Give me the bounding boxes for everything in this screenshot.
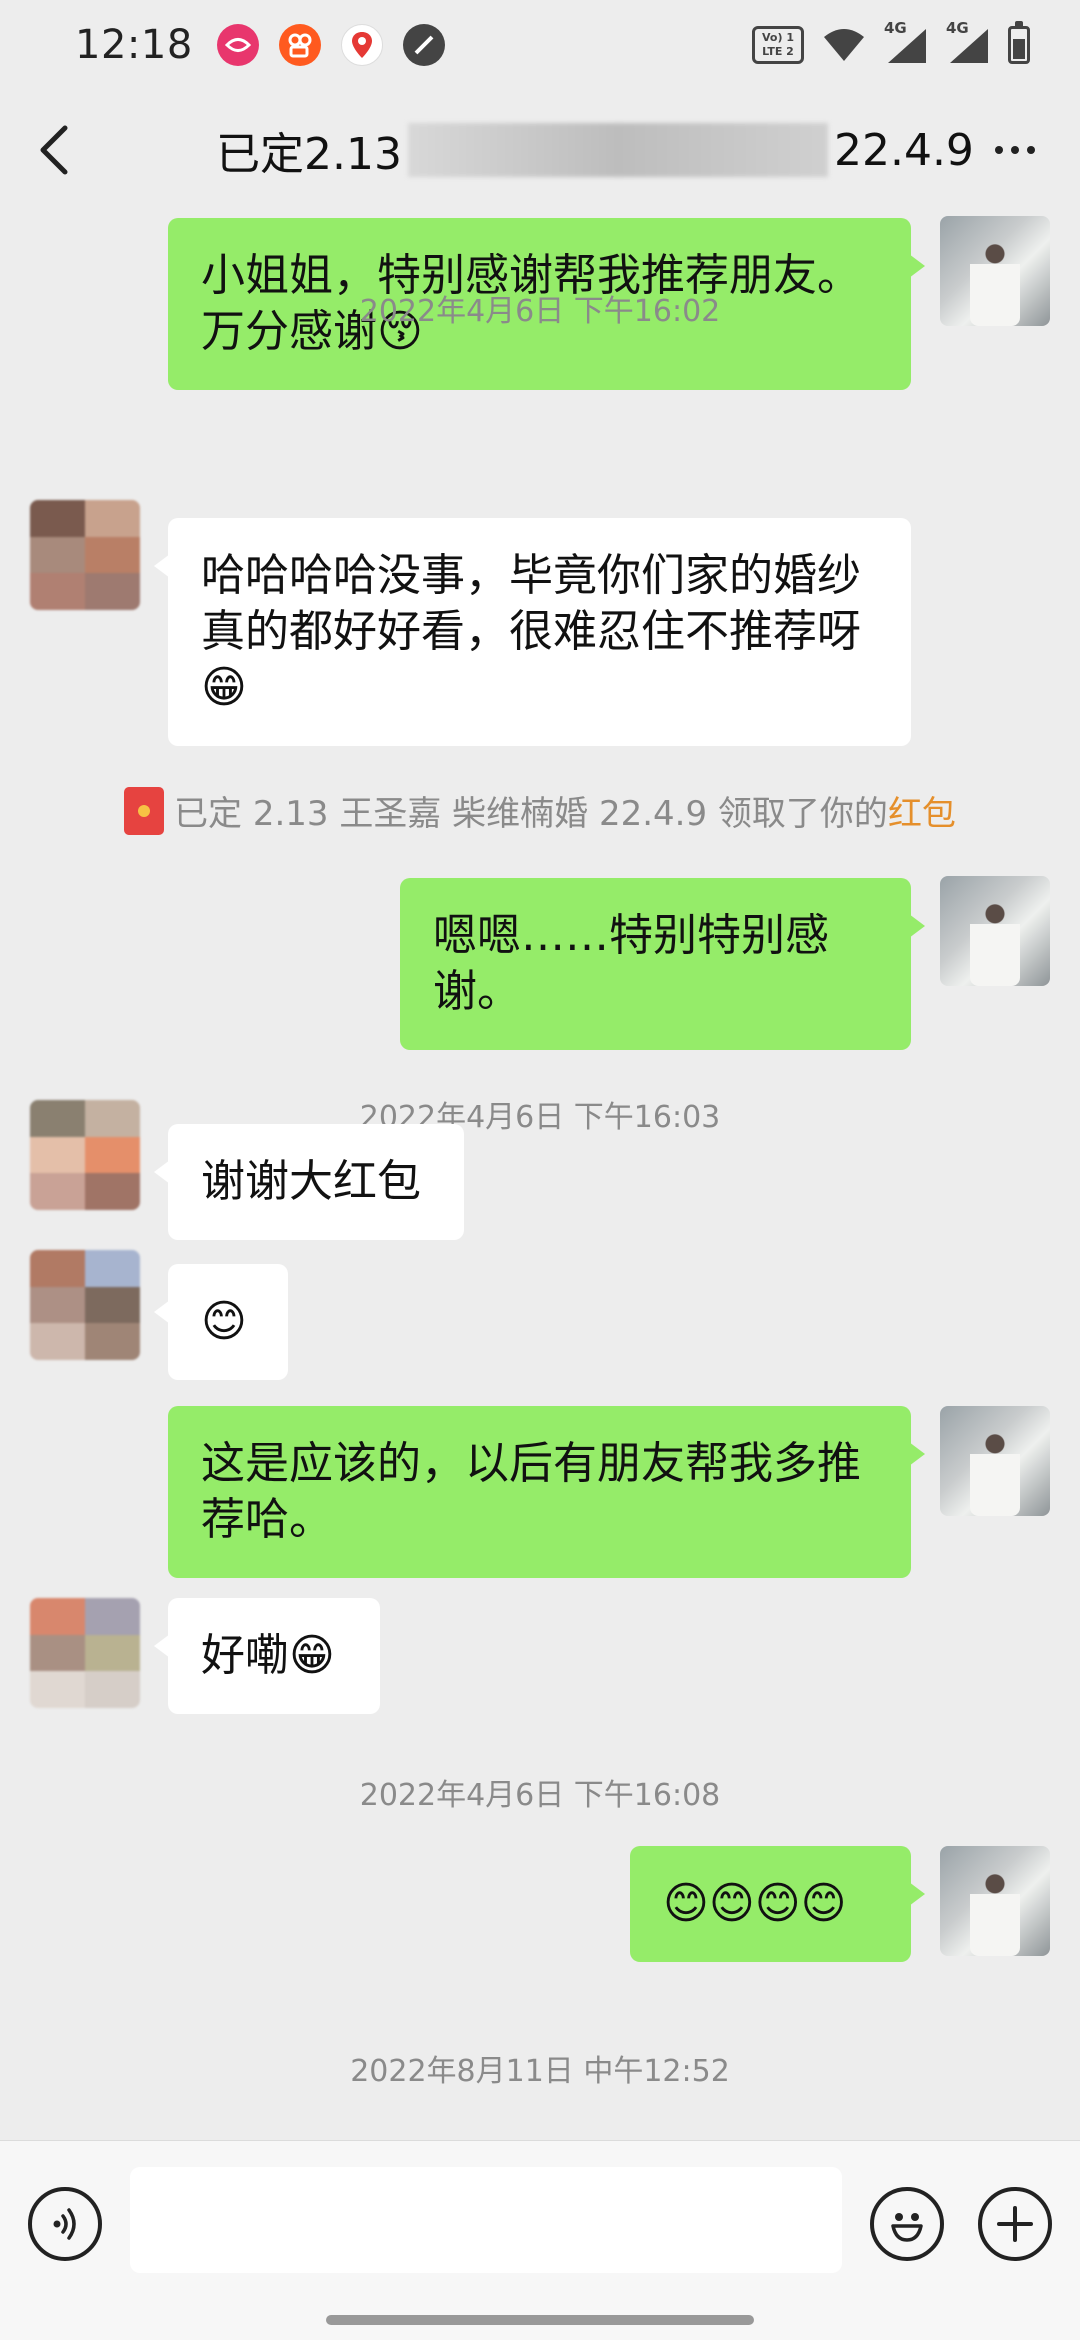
message-bubble-received[interactable]: 好嘞😁 [154,1598,380,1714]
battery-icon [1008,21,1030,64]
message-list[interactable]: 小姐姐，特别感谢帮我推荐朋友。万分感谢😚 2022年4月6日 下午16:02 哈… [0,210,1080,2140]
app-notification-icon [216,24,259,66]
back-button[interactable] [0,90,110,210]
input-bar [0,2140,1080,2340]
timestamp-2: 2022年4月6日 下午16:03 [359,1100,721,1135]
chat-title-end: 22.4.9 [833,124,974,176]
do-not-disturb-icon [402,24,445,66]
my-avatar[interactable] [940,1406,1050,1516]
message-bubble-sent[interactable]: 嗯嗯……特别特别感谢。 [400,878,925,1050]
chat-header: 已定2.13 22.4.9 [0,90,1080,210]
status-bar: 12:18 Vo) 1 LTE 2 4G 4G [0,0,1080,90]
plus-icon [997,2206,1033,2242]
more-options-button[interactable] [980,120,1050,180]
voice-icon [53,2208,76,2240]
system-text: 已定 2.13 王圣嘉 柴维楠婚 22.4.9 领取了你的 [174,794,888,834]
contact-avatar[interactable] [30,1250,140,1360]
red-packet-link[interactable]: 红包 [888,794,956,834]
status-app-icons [216,24,445,66]
voice-button[interactable] [28,2187,102,2261]
more-functions-button[interactable] [978,2187,1052,2261]
status-right-icons: Vo) 1 LTE 2 4G 4G [752,19,1030,65]
more-dots-icon [995,146,1003,154]
emoji-button[interactable] [870,2187,944,2261]
contact-avatar[interactable] [30,1598,140,1708]
signal-icon-2: 4G [946,19,990,65]
emoji-icon [891,2213,923,2242]
my-avatar[interactable] [940,1846,1050,1956]
message-bubble-sent[interactable]: 这是应该的，以后有朋友帮我多推荐哈。 [168,1406,925,1578]
message-bubble-sent[interactable]: 😊😊😊😊 [630,1846,925,1962]
volte-icon: Vo) 1 LTE 2 [752,26,804,64]
timestamp-1: 2022年4月6日 下午16:02 [359,294,721,329]
timestamp-4: 2022年8月11日 中午12:52 [350,2054,730,2089]
message-bubble-received[interactable]: 谢谢大红包 [154,1124,464,1240]
message-bubble-received[interactable]: 😊 [154,1264,288,1380]
redacted-title-segment [407,123,828,177]
wifi-icon [824,29,864,61]
chat-title-start: 已定2.13 [216,129,402,180]
red-packet-icon [124,786,165,835]
baidu-map-app-icon [340,24,383,66]
contact-avatar[interactable] [30,500,140,610]
signal-icon-1: 4G [884,19,928,65]
kuaishou-app-icon [278,24,321,66]
message-bubble-received[interactable]: 哈哈哈哈没事，毕竟你们家的婚纱真的都好好看，很难忍住不推荐呀😁 [154,518,911,746]
home-indicator[interactable] [326,2315,754,2325]
status-time: 12:18 [75,22,193,68]
chat-title: 已定2.13 22.4.9 [216,118,974,182]
timestamp-3: 2022年4月6日 下午16:08 [359,1778,721,1813]
message-input[interactable] [130,2167,842,2273]
chevron-left-icon [40,125,68,175]
my-avatar[interactable] [940,876,1050,986]
red-packet-system-message: 已定 2.13 王圣嘉 柴维楠婚 22.4.9 领取了你的红包 [0,786,1080,835]
contact-avatar[interactable] [30,1100,140,1210]
